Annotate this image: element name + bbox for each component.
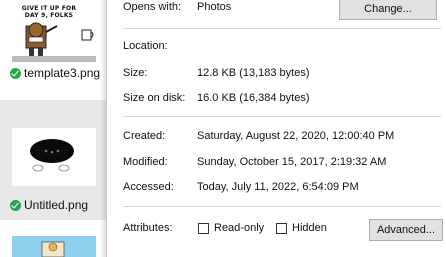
size-on-disk-value: 16.0 KB (16,384 bytes) xyxy=(197,92,310,104)
check-icon xyxy=(10,67,21,79)
attributes-label: Attributes: xyxy=(123,222,173,234)
properties-dialog: Opens with: Photos Change... Location: S… xyxy=(106,0,446,257)
created-value: Saturday, August 22, 2020, 12:00:40 PM xyxy=(197,130,395,142)
hidden-checkbox[interactable] xyxy=(276,222,287,234)
hidden-checkbox-row[interactable]: Hidden xyxy=(276,222,327,234)
location-label: Location: xyxy=(123,40,168,52)
readonly-checkbox[interactable] xyxy=(198,222,209,234)
readonly-checkbox-row[interactable]: Read-only xyxy=(198,222,264,234)
opens-with-value: Photos xyxy=(197,1,232,13)
explorer-thumbnail-pane: GIVE IT UP FOR DAY 9, FOLKS template3.pn… xyxy=(0,0,107,257)
file-thumbnail-partial[interactable] xyxy=(12,236,96,257)
size-on-disk-label: Size on disk: xyxy=(123,92,186,104)
created-label: Created: xyxy=(123,130,166,142)
separator xyxy=(123,206,441,207)
accessed-value: Today, July 11, 2022, 6:54:09 PM xyxy=(197,181,359,193)
file-thumbnail-untitled[interactable] xyxy=(12,128,96,186)
check-icon xyxy=(10,199,21,211)
file-name-label: Untitled.png xyxy=(24,198,89,212)
size-value: 12.8 KB (13,183 bytes) xyxy=(197,67,310,79)
readonly-label: Read-only xyxy=(214,222,265,234)
file-item-untitled[interactable]: Untitled.png xyxy=(10,198,88,212)
modified-label: Modified: xyxy=(123,156,168,168)
meme-character-image xyxy=(12,22,96,62)
size-label: Size: xyxy=(123,67,148,79)
partial-thumbnail-image xyxy=(41,241,65,257)
advanced-button[interactable]: Advanced... xyxy=(369,219,443,241)
file-thumbnail-template3[interactable]: GIVE IT UP FOR DAY 9, FOLKS xyxy=(12,4,96,62)
file-item-template3[interactable]: template3.png xyxy=(10,66,100,80)
change-button[interactable]: Change... xyxy=(339,0,437,20)
opens-with-label: Opens with: xyxy=(123,1,182,13)
untitled-drawing-image xyxy=(30,139,74,172)
separator xyxy=(123,116,441,117)
file-name-label: template3.png xyxy=(24,66,101,80)
separator xyxy=(123,28,441,29)
accessed-label: Accessed: xyxy=(123,181,174,193)
modified-value: Sunday, October 15, 2017, 2:19:32 AM xyxy=(197,156,387,168)
hidden-label: Hidden xyxy=(292,222,327,234)
